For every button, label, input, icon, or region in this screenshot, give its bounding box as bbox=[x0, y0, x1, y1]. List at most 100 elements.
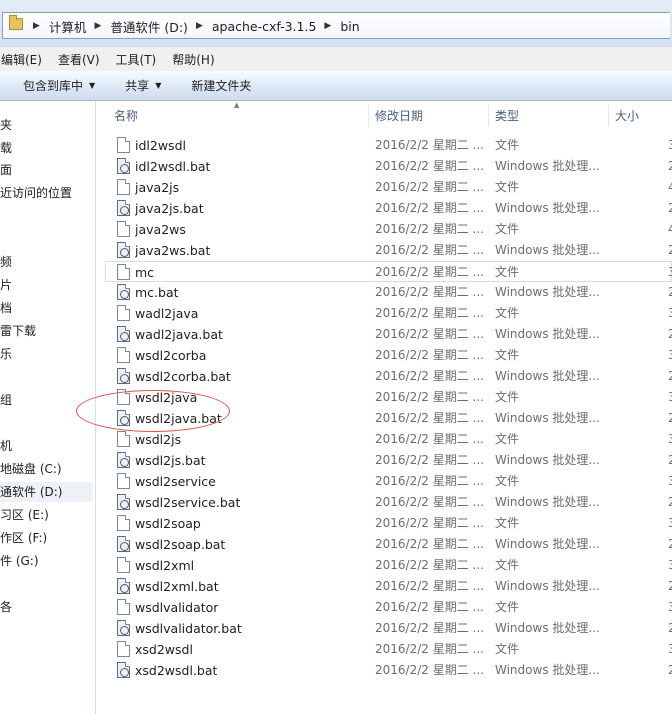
share-button[interactable]: 共享 ▼ bbox=[125, 77, 161, 94]
menu-tools[interactable]: 工具(T) bbox=[116, 51, 165, 68]
nav-item[interactable]: 件 (G:) bbox=[0, 551, 39, 571]
table-row[interactable]: wsdl2corba 2016/2/2 星期二 ... 文件 3 K bbox=[97, 345, 672, 366]
batch-file-icon bbox=[117, 578, 130, 594]
file-date: 2016/2/2 星期二 ... bbox=[375, 453, 484, 467]
table-row[interactable]: wsdl2xml 2016/2/2 星期二 ... 文件 3 K bbox=[97, 555, 672, 576]
nav-item[interactable]: 乐 bbox=[0, 344, 12, 364]
file-type: 文件 bbox=[495, 474, 520, 488]
menu-edit[interactable]: 编辑(E) bbox=[1, 51, 50, 68]
crumb-drive-d[interactable]: 普通软件 (D:) bbox=[110, 17, 188, 36]
chevron-right-icon[interactable]: ▶ bbox=[324, 21, 331, 31]
file-size: 2 K bbox=[668, 663, 672, 677]
file-icon bbox=[117, 221, 130, 237]
nav-item[interactable]: 片 bbox=[0, 275, 12, 295]
table-row[interactable]: wsdl2corba.bat 2016/2/2 星期二 ... Windows 批处… bbox=[97, 366, 672, 387]
file-size: 2 K bbox=[668, 495, 672, 509]
chevron-right-icon[interactable]: ▶ bbox=[33, 21, 40, 31]
chevron-right-icon[interactable]: ▶ bbox=[196, 21, 203, 31]
file-date: 2016/2/2 星期二 ... bbox=[375, 180, 484, 194]
menu-help[interactable]: 帮助(H) bbox=[172, 51, 222, 68]
file-date: 2016/2/2 星期二 ... bbox=[375, 138, 484, 152]
file-size: 3 K bbox=[668, 432, 672, 446]
nav-item[interactable]: 通软件 (D:) bbox=[0, 482, 93, 502]
file-date: 2016/2/2 星期二 ... bbox=[375, 201, 484, 215]
batch-file-icon bbox=[117, 410, 130, 426]
table-row[interactable]: wsdl2service.bat 2016/2/2 星期二 ... Windows … bbox=[97, 492, 672, 513]
column-header-type[interactable]: 类型 bbox=[488, 105, 609, 127]
file-name: wsdl2soap bbox=[135, 516, 201, 531]
file-size: 2 K bbox=[668, 621, 672, 635]
file-date: 2016/2/2 星期二 ... bbox=[375, 558, 484, 572]
file-date: 2016/2/2 星期二 ... bbox=[375, 432, 484, 446]
crumb-bin-folder[interactable]: bin bbox=[340, 19, 359, 34]
nav-item[interactable]: 夹 bbox=[0, 115, 12, 135]
file-icon bbox=[117, 347, 130, 363]
nav-item[interactable]: 各 bbox=[0, 597, 12, 617]
table-row[interactable]: xsd2wsdl 2016/2/2 星期二 ... 文件 3 K bbox=[97, 639, 672, 660]
menu-view[interactable]: 查看(V) bbox=[58, 51, 108, 68]
table-row[interactable]: wsdlvalidator 2016/2/2 星期二 ... 文件 3 K bbox=[97, 597, 672, 618]
table-row[interactable]: wsdl2xml.bat 2016/2/2 星期二 ... Windows 批处理.… bbox=[97, 576, 672, 597]
column-header-date[interactable]: 修改日期 bbox=[368, 105, 489, 127]
table-row[interactable]: mc 2016/2/2 星期二 ... 文件 3 K bbox=[105, 261, 672, 282]
nav-item[interactable]: 组 bbox=[0, 390, 12, 410]
new-folder-button[interactable]: 新建文件夹 bbox=[191, 77, 251, 94]
table-row[interactable]: idl2wsdl.bat 2016/2/2 星期二 ... Windows 批处理.… bbox=[97, 156, 672, 177]
table-row[interactable]: wsdl2service 2016/2/2 星期二 ... 文件 3 K bbox=[97, 471, 672, 492]
crumb-cxf-folder[interactable]: apache-cxf-3.1.5 bbox=[212, 19, 317, 34]
file-date: 2016/2/2 星期二 ... bbox=[375, 516, 484, 530]
address-bar-region: ▶ 计算机 ▶ 普通软件 (D:) ▶ apache-cxf-3.1.5 ▶ b… bbox=[0, 0, 672, 47]
file-size: 4 K bbox=[668, 222, 672, 236]
nav-item[interactable]: 雷下载 bbox=[0, 321, 36, 341]
table-row[interactable]: wsdl2soap 2016/2/2 星期二 ... 文件 3 K bbox=[97, 513, 672, 534]
file-size: 2 K bbox=[668, 453, 672, 467]
nav-item[interactable]: 频 bbox=[0, 252, 12, 272]
file-size: 2 K bbox=[668, 243, 672, 257]
table-row[interactable]: wsdl2soap.bat 2016/2/2 星期二 ... Windows 批处理… bbox=[97, 534, 672, 555]
table-row[interactable]: java2js 2016/2/2 星期二 ... 文件 4 K bbox=[97, 177, 672, 198]
crumb-computer[interactable]: 计算机 bbox=[49, 17, 87, 36]
table-row[interactable]: java2ws 2016/2/2 星期二 ... 文件 4 K bbox=[97, 219, 672, 240]
batch-file-icon bbox=[117, 494, 130, 510]
file-date: 2016/2/2 星期二 ... bbox=[375, 642, 484, 656]
table-row[interactable]: wadl2java.bat 2016/2/2 星期二 ... Windows 批处理… bbox=[97, 324, 672, 345]
file-name: mc.bat bbox=[135, 285, 179, 300]
table-row[interactable]: mc.bat 2016/2/2 星期二 ... Windows 批处理... 2 K bbox=[97, 282, 672, 303]
file-type: Windows 批处理... bbox=[495, 243, 600, 257]
table-row[interactable]: java2ws.bat 2016/2/2 星期二 ... Windows 批处理..… bbox=[97, 240, 672, 261]
batch-file-icon bbox=[117, 242, 130, 258]
chevron-right-icon[interactable]: ▶ bbox=[94, 21, 101, 31]
table-row[interactable]: wadl2java 2016/2/2 星期二 ... 文件 3 K bbox=[97, 303, 672, 324]
table-row[interactable]: java2js.bat 2016/2/2 星期二 ... Windows 批处理..… bbox=[97, 198, 672, 219]
table-row[interactable]: wsdl2js.bat 2016/2/2 星期二 ... Windows 批处理..… bbox=[97, 450, 672, 471]
column-header-size[interactable]: 大小 bbox=[608, 105, 672, 127]
nav-item[interactable]: 机 bbox=[0, 436, 12, 456]
nav-item[interactable]: 近访问的位置 bbox=[0, 183, 72, 203]
nav-item[interactable]: 面 bbox=[0, 160, 12, 180]
file-name: wadl2java.bat bbox=[135, 327, 223, 342]
nav-item[interactable]: 习区 (E:) bbox=[0, 505, 49, 525]
column-header-name[interactable]: 名称 bbox=[107, 105, 369, 127]
nav-item[interactable]: 作区 (F:) bbox=[0, 528, 47, 548]
file-date: 2016/2/2 星期二 ... bbox=[375, 663, 484, 677]
file-date: 2016/2/2 星期二 ... bbox=[375, 327, 484, 341]
nav-item[interactable]: 载 bbox=[0, 138, 12, 158]
nav-item[interactable]: 档 bbox=[0, 298, 12, 318]
table-row[interactable]: wsdl2java.bat 2016/2/2 星期二 ... Windows 批处理… bbox=[97, 408, 672, 429]
nav-item[interactable]: 地磁盘 (C:) bbox=[0, 459, 62, 479]
file-type: Windows 批处理... bbox=[495, 201, 600, 215]
table-row[interactable]: wsdl2js 2016/2/2 星期二 ... 文件 3 K bbox=[97, 429, 672, 450]
file-type: Windows 批处理... bbox=[495, 663, 600, 677]
address-bar[interactable]: ▶ 计算机 ▶ 普通软件 (D:) ▶ apache-cxf-3.1.5 ▶ b… bbox=[2, 12, 670, 39]
table-row[interactable]: idl2wsdl 2016/2/2 星期二 ... 文件 3 K bbox=[97, 135, 672, 156]
batch-file-icon bbox=[117, 536, 130, 552]
file-date: 2016/2/2 星期二 ... bbox=[375, 411, 484, 425]
file-date: 2016/2/2 星期二 ... bbox=[375, 621, 484, 635]
table-row[interactable]: xsd2wsdl.bat 2016/2/2 星期二 ... Windows 批处理.… bbox=[97, 660, 672, 681]
breadcrumb: ▶ 计算机 ▶ 普通软件 (D:) ▶ apache-cxf-3.1.5 ▶ b… bbox=[25, 17, 360, 35]
include-in-library-button[interactable]: 包含到库中 ▼ bbox=[23, 77, 95, 94]
file-name: java2js.bat bbox=[135, 201, 204, 216]
table-row[interactable]: wsdl2java 2016/2/2 星期二 ... 文件 3 K bbox=[97, 387, 672, 408]
file-size: 2 K bbox=[668, 411, 672, 425]
table-row[interactable]: wsdlvalidator.bat 2016/2/2 星期二 ... Windows… bbox=[97, 618, 672, 639]
